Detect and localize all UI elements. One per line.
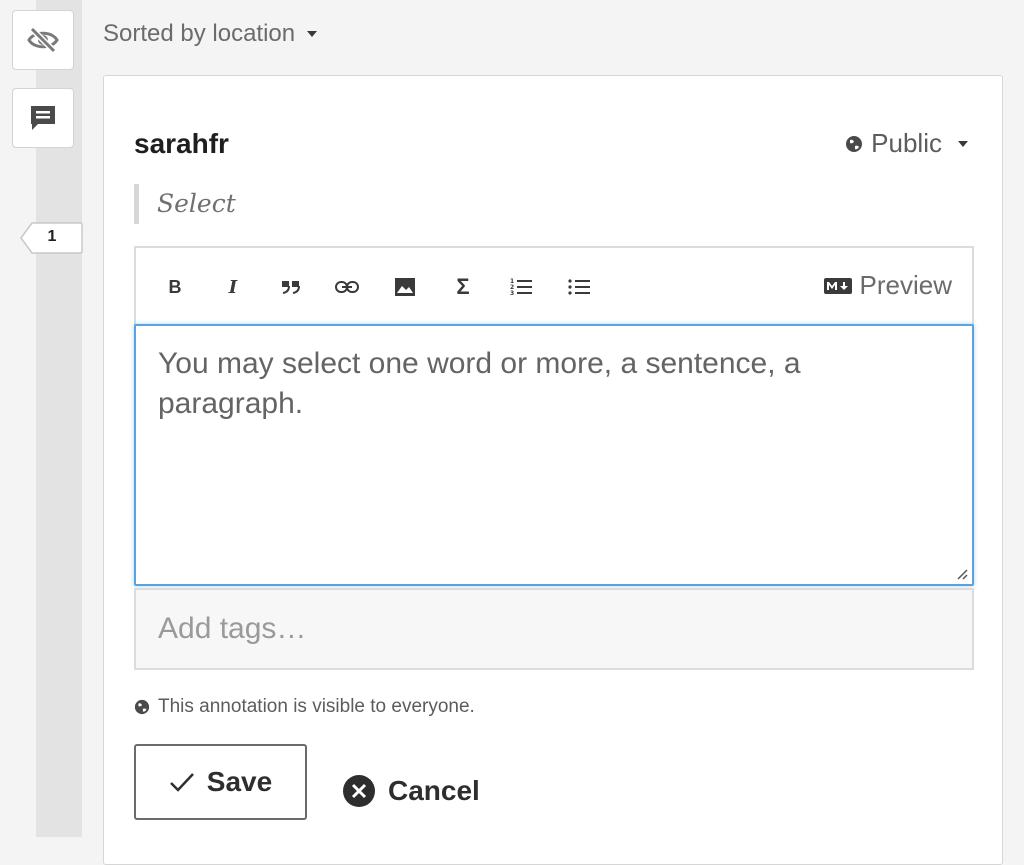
annotation-card: sarahfr Public Select B I Σ 1 2 3 Previe… — [103, 75, 1003, 865]
markdown-icon — [823, 277, 852, 294]
preview-label: Preview — [859, 270, 952, 300]
sidebar-rail: 1 — [0, 0, 84, 837]
close-circle-icon — [343, 775, 375, 807]
image-button[interactable] — [390, 272, 420, 302]
hide-highlights-button[interactable] — [12, 10, 74, 70]
privacy-dropdown[interactable]: Public — [845, 128, 968, 159]
globe-icon — [134, 699, 150, 715]
save-label: Save — [206, 766, 273, 797]
cancel-button[interactable]: Cancel — [342, 766, 480, 816]
sort-dropdown[interactable]: Sorted by location — [103, 20, 318, 48]
sort-label: Sorted by location — [103, 20, 296, 47]
numbered-list-button[interactable]: 1 2 3 — [506, 272, 536, 302]
tags-input[interactable]: Add tags… — [134, 588, 974, 670]
eye-slash-icon — [27, 26, 59, 54]
math-button[interactable]: Σ — [448, 272, 478, 302]
quote-button[interactable] — [276, 272, 306, 302]
caret-down-icon — [958, 140, 968, 147]
checkmark-icon — [169, 773, 194, 792]
link-button[interactable] — [332, 272, 362, 302]
resize-handle-icon[interactable] — [956, 568, 968, 580]
caret-down-icon — [307, 31, 318, 37]
italic-icon: I — [228, 276, 238, 298]
privacy-label: Public — [871, 128, 942, 158]
bulleted-list-icon — [568, 279, 590, 295]
italic-button[interactable]: I — [218, 272, 248, 302]
bulleted-list-button[interactable] — [564, 272, 594, 302]
bold-icon: B — [168, 276, 182, 297]
annotation-body-text: You may select one word or more, a sente… — [158, 347, 801, 420]
annotation-text-input[interactable]: You may select one word or more, a sente… — [134, 324, 974, 586]
markdown-editor: B I Σ 1 2 3 Preview You may select one w… — [134, 246, 974, 588]
tags-placeholder: Add tags… — [158, 612, 307, 645]
cancel-label: Cancel — [388, 775, 480, 806]
visibility-text: This annotation is visible to everyone. — [158, 696, 475, 717]
svg-text:3: 3 — [510, 290, 514, 297]
sigma-icon: Σ — [456, 274, 470, 299]
link-icon — [335, 281, 359, 293]
editor-toolbar: B I Σ 1 2 3 Preview — [134, 246, 974, 326]
preview-toggle[interactable]: Preview — [823, 270, 952, 301]
globe-icon — [846, 135, 863, 152]
numbered-list-icon: 1 2 3 — [510, 278, 532, 297]
annotation-username[interactable]: sarahfr — [134, 128, 229, 160]
bold-button[interactable]: B — [160, 272, 190, 302]
save-button[interactable]: Save — [134, 744, 307, 820]
new-page-note-button[interactable] — [12, 88, 74, 148]
image-icon — [395, 278, 415, 296]
visibility-note: This annotation is visible to everyone. — [134, 696, 475, 718]
annotation-quote: Select — [134, 184, 236, 224]
quote-icon — [282, 281, 300, 294]
annotation-count: 1 — [47, 228, 57, 245]
annotation-count-tab[interactable]: 1 — [20, 222, 83, 254]
comment-icon — [31, 106, 55, 130]
